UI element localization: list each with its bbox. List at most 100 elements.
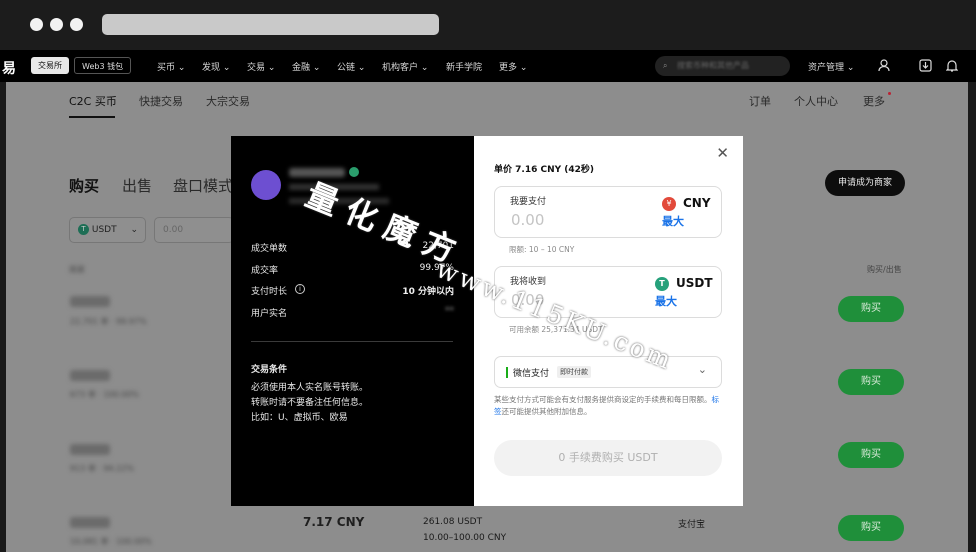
subnav-more[interactable]: 更多 — [863, 93, 885, 109]
pay-limit-text: 限额: 10 – 10 CNY — [509, 245, 575, 254]
receive-currency: USDT — [676, 276, 713, 290]
merchant-stats-3: 913 单 · 94.22% — [70, 464, 134, 473]
tab-exchange[interactable]: 交易所 — [31, 57, 69, 74]
terms-line-2: 转账时请不要备注任何信息。 — [251, 398, 369, 408]
market-tab-orderbook[interactable]: 盘口模式 — [173, 175, 233, 196]
download-icon[interactable] — [918, 59, 932, 73]
nav-item-buy-crypto[interactable]: 买币 ⌄ — [157, 60, 185, 73]
buy-button-1[interactable]: 购买 — [838, 296, 904, 322]
amount-filter-placeholder: 0.00 — [163, 225, 184, 235]
payment-note: 某些支付方式可能会有支付服务提供商设定的手续费和每日限额。标签还可能提供其他附加… — [494, 394, 722, 418]
row-payment-4: 支付宝 — [678, 520, 706, 530]
row-price-4: 7.17 CNY — [303, 515, 365, 529]
merchant-name-3[interactable] — [70, 444, 110, 455]
pay-amount-field[interactable]: 我要支付 0.00 ¥ CNY 最大 — [494, 186, 722, 238]
buy-button-4[interactable]: 购买 — [838, 515, 904, 541]
merchant-stats-1: 22,701 单 · 99.97% — [70, 317, 147, 326]
become-merchant-button[interactable]: 申请成为商家 — [825, 170, 905, 196]
nav-item-discover[interactable]: 发现 ⌄ — [202, 60, 230, 73]
nav-item-more[interactable]: 更多 ⌄ — [499, 60, 527, 73]
usdt-icon: T — [78, 224, 89, 235]
subnav-active-underline — [69, 116, 115, 118]
stat-value-orders: 22,701 — [422, 241, 455, 251]
chevron-down-icon: ⌄ — [130, 225, 138, 235]
chevron-down-icon: ⌄ — [697, 363, 707, 376]
verified-icon — [349, 167, 359, 177]
merchant-name-1[interactable] — [70, 296, 110, 307]
tab-web3-wallet[interactable]: Web3 钱包 — [74, 57, 132, 74]
subnav-orders[interactable]: 订单 — [749, 93, 771, 109]
close-icon[interactable]: ✕ — [716, 146, 729, 161]
merchant-name-4[interactable] — [70, 517, 110, 528]
window-dot-maximize[interactable] — [70, 18, 83, 31]
buy-button-3[interactable]: 购买 — [838, 442, 904, 468]
terms-line-1: 必须使用本人实名账号转账。 — [251, 383, 369, 393]
payment-note-text-1: 某些支付方式可能会有支付服务提供商设定的手续费和每日限额。 — [494, 395, 712, 404]
merchant-stats-2: 673 单 · 100.00% — [70, 390, 140, 399]
avatar — [251, 170, 281, 200]
merchant-info-panel: 成交单数 22,701 成交率 99.97% 支付时长 i 10 分钟以内 用户… — [231, 136, 474, 506]
nav-asset-management[interactable]: 资产管理 ⌄ — [808, 60, 854, 73]
coin-filter-value: USDT — [91, 225, 117, 235]
top-nav: 易 交易所 Web3 钱包 买币 ⌄ 发现 ⌄ 交易 ⌄ 金融 ⌄ 公链 ⌄ 机… — [0, 50, 976, 82]
nav-item-academy[interactable]: 新手学院 — [446, 60, 482, 73]
window-dot-close[interactable] — [30, 18, 43, 31]
subnav-profile[interactable]: 个人中心 — [794, 93, 838, 109]
subnav-tab-quick[interactable]: 快捷交易 — [139, 93, 183, 109]
address-bar[interactable] — [102, 14, 439, 35]
nav-item-finance[interactable]: 金融 ⌄ — [292, 60, 320, 73]
bell-icon[interactable] — [945, 59, 959, 73]
submit-buy-button[interactable]: 0 手续费购买 USDT — [494, 440, 722, 476]
info-icon[interactable]: i — [295, 284, 305, 294]
instant-pay-badge: 即时付款 — [557, 366, 591, 378]
market-tab-buy[interactable]: 购买 — [69, 175, 99, 196]
market-tab-sell[interactable]: 出售 — [122, 175, 152, 196]
browser-chrome — [0, 0, 976, 50]
divider — [251, 341, 453, 342]
stat-value-pay-time: 10 分钟以内 — [402, 287, 454, 297]
merchant-name-2[interactable] — [70, 370, 110, 381]
amount-filter-input[interactable]: 0.00 — [154, 217, 234, 243]
column-header-merchant: 商家 — [69, 265, 85, 274]
stat-label-realname: 用户实名 — [251, 309, 288, 319]
buy-button-2[interactable]: 购买 — [838, 369, 904, 395]
merchant-meta-blurred-2 — [289, 198, 389, 204]
stat-value-realname: ** — [445, 306, 454, 316]
row-available-4: 261.08 USDT — [423, 517, 483, 527]
payment-method-select[interactable]: 微信支付 即时付款 ⌄ — [494, 356, 722, 388]
subnav-tab-c2c[interactable]: C2C 买币 — [69, 93, 117, 109]
user-icon[interactable] — [877, 59, 891, 73]
stat-label-rate: 成交率 — [251, 266, 279, 276]
unit-price: 单价 7.16 CNY (42秒) — [494, 165, 595, 175]
receive-amount-field[interactable]: 我将收到 0.00 T USDT 最大 — [494, 266, 722, 318]
window-dot-minimize[interactable] — [50, 18, 63, 31]
usdt-icon: T — [655, 277, 669, 291]
stat-label-pay-time: 支付时长 — [251, 287, 288, 297]
pay-amount-placeholder: 0.00 — [511, 211, 545, 229]
search-icon: ⌕ — [663, 61, 668, 70]
receive-max-button[interactable]: 最大 — [655, 293, 677, 309]
row-limit-4: 10.00–100.00 CNY — [423, 533, 507, 543]
pay-max-button[interactable]: 最大 — [662, 213, 684, 229]
merchant-meta-blurred-1 — [289, 184, 379, 190]
receive-label: 我将收到 — [510, 277, 547, 287]
pay-label: 我要支付 — [510, 197, 547, 207]
pay-currency: CNY — [683, 196, 711, 210]
terms-line-3: 比如：U、虚拟币、欧易 — [251, 413, 348, 423]
top-search-input[interactable]: ⌕ 搜索币种和其他产品 — [655, 56, 790, 76]
receive-amount-placeholder: 0.00 — [511, 291, 545, 309]
stat-label-orders: 成交单数 — [251, 244, 288, 254]
nav-item-institutional[interactable]: 机构客户 ⌄ — [382, 60, 428, 73]
nav-item-trade[interactable]: 交易 ⌄ — [247, 60, 275, 73]
payment-method-marker — [506, 367, 508, 378]
site-logo[interactable]: 易 — [2, 58, 16, 78]
coin-filter-select[interactable]: T USDT ⌄ — [69, 217, 146, 243]
merchant-stats-4: 10,081 单 · 100.00% — [70, 537, 152, 546]
terms-title: 交易条件 — [251, 365, 288, 375]
cny-icon: ¥ — [662, 197, 676, 211]
buy-order-form: 单价 7.16 CNY (42秒) ✕ 我要支付 0.00 ¥ CNY 最大 限… — [474, 136, 743, 506]
notification-dot — [888, 92, 891, 95]
nav-item-chain[interactable]: 公链 ⌄ — [337, 60, 365, 73]
subnav-tab-block[interactable]: 大宗交易 — [206, 93, 250, 109]
screenshot-root: 易 交易所 Web3 钱包 买币 ⌄ 发现 ⌄ 交易 ⌄ 金融 ⌄ 公链 ⌄ 机… — [0, 0, 976, 552]
